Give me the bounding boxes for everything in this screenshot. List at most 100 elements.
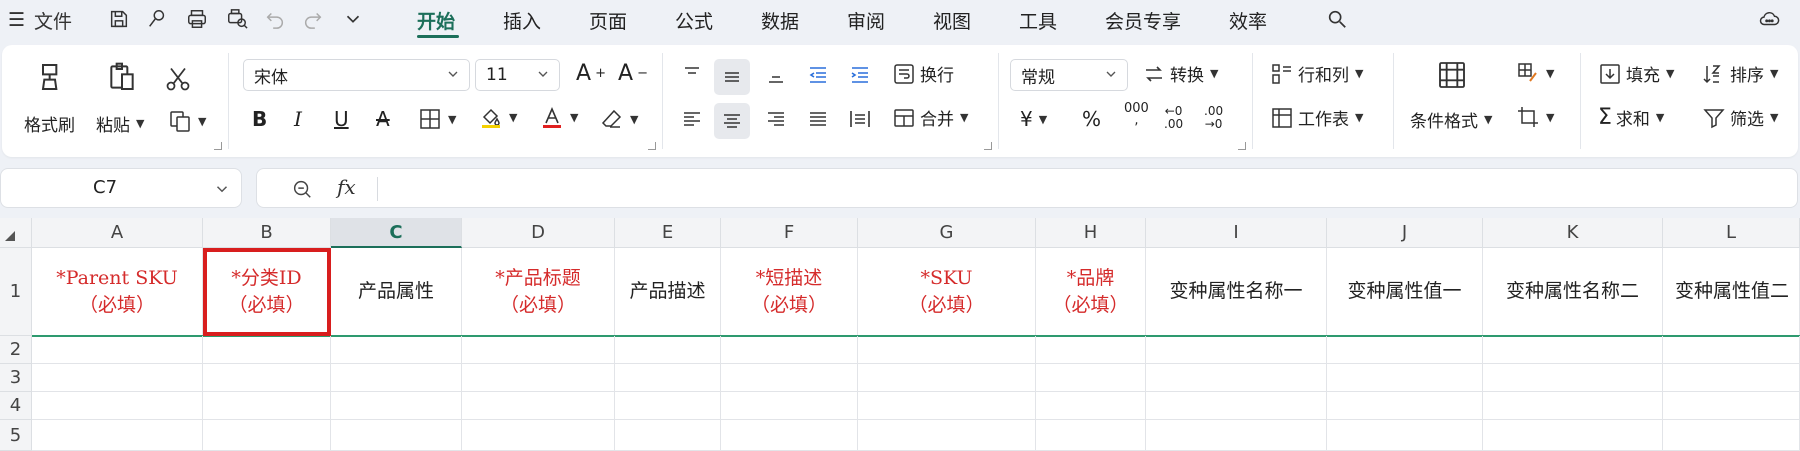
- filter-button[interactable]: 筛选 ▼: [1702, 105, 1778, 130]
- clipboard-dialog-launcher-icon[interactable]: [214, 142, 222, 150]
- column-header-g[interactable]: G: [858, 218, 1036, 248]
- cell-k5[interactable]: [1483, 420, 1663, 451]
- column-header-h[interactable]: H: [1036, 218, 1146, 248]
- cell-f5[interactable]: [721, 420, 858, 451]
- cell-j2[interactable]: [1327, 336, 1483, 364]
- cell-j4[interactable]: [1327, 392, 1483, 420]
- formula-bar[interactable]: fx: [256, 168, 1798, 208]
- wrap-text-button[interactable]: 换行: [892, 61, 954, 86]
- percent-icon[interactable]: %: [1082, 107, 1101, 131]
- cell-j1[interactable]: 变种属性值一: [1327, 248, 1483, 336]
- cell-a5[interactable]: [32, 420, 203, 451]
- format-painter-icon[interactable]: [35, 61, 67, 93]
- cell-a2[interactable]: [32, 336, 203, 364]
- cell-g3[interactable]: [858, 364, 1036, 392]
- thousands-separator-icon[interactable]: 000,: [1124, 102, 1149, 127]
- column-header-f[interactable]: F: [721, 218, 858, 248]
- tab-data[interactable]: 数据: [761, 7, 799, 34]
- decrease-indent-icon[interactable]: [806, 63, 830, 87]
- tab-insert[interactable]: 插入: [503, 7, 541, 34]
- cell-d5[interactable]: [462, 420, 615, 451]
- cell-i5[interactable]: [1146, 420, 1327, 451]
- number-dialog-launcher-icon[interactable]: [1238, 142, 1246, 150]
- tab-member[interactable]: 会员专享: [1105, 7, 1181, 34]
- paste-button[interactable]: 粘贴 ▼: [96, 111, 144, 136]
- column-header-j[interactable]: J: [1327, 218, 1483, 248]
- align-center-icon[interactable]: [714, 103, 750, 139]
- cell-a1[interactable]: *Parent SKU （必填）: [32, 248, 203, 336]
- tab-formula[interactable]: 公式: [675, 7, 713, 34]
- format-brush-icon[interactable]: [144, 6, 170, 32]
- cell-k3[interactable]: [1483, 364, 1663, 392]
- column-header-l[interactable]: L: [1663, 218, 1800, 248]
- cell-c1[interactable]: 产品属性: [331, 248, 462, 336]
- borders-button[interactable]: ▼: [418, 107, 456, 131]
- font-dialog-launcher-icon[interactable]: [648, 142, 656, 150]
- cell-c4[interactable]: [331, 392, 462, 420]
- row-header-5[interactable]: 5: [0, 420, 32, 451]
- font-color-button[interactable]: ▼: [540, 105, 578, 129]
- conditional-format-button[interactable]: 条件格式 ▼: [1410, 107, 1492, 132]
- file-menu[interactable]: 文件: [34, 7, 72, 34]
- merge-cells-button[interactable]: 合并 ▼: [892, 105, 968, 130]
- distributed-align-icon[interactable]: [848, 107, 872, 131]
- decrease-font-size-icon[interactable]: A −: [618, 61, 648, 86]
- font-name-dropdown[interactable]: 宋体: [243, 59, 470, 91]
- hamburger-menu-icon[interactable]: ☰: [8, 9, 25, 31]
- fill-button[interactable]: 填充 ▼: [1598, 61, 1674, 86]
- align-top-icon[interactable]: [680, 63, 704, 87]
- rows-columns-button[interactable]: 行和列 ▼: [1270, 61, 1363, 86]
- cut-icon[interactable]: [164, 65, 192, 93]
- tab-page[interactable]: 页面: [589, 7, 627, 34]
- cell-l4[interactable]: [1663, 392, 1800, 420]
- sort-button[interactable]: 排序 ▼: [1702, 61, 1778, 86]
- underline-icon[interactable]: U: [334, 107, 349, 131]
- currency-format-button[interactable]: ¥ ▼: [1020, 107, 1047, 131]
- align-bottom-icon[interactable]: [764, 63, 788, 87]
- increase-indent-icon[interactable]: [848, 63, 872, 87]
- column-header-a[interactable]: A: [32, 218, 203, 248]
- alignment-dialog-launcher-icon[interactable]: [984, 142, 992, 150]
- cell-c5[interactable]: [331, 420, 462, 451]
- conditional-format-icon[interactable]: [1436, 59, 1468, 91]
- cell-a4[interactable]: [32, 392, 203, 420]
- row-header-3[interactable]: 3: [0, 364, 32, 392]
- justify-icon[interactable]: [806, 107, 830, 131]
- column-header-b[interactable]: B: [203, 218, 331, 248]
- zoom-formula-icon[interactable]: [291, 178, 313, 200]
- align-middle-icon[interactable]: [714, 59, 750, 95]
- name-box[interactable]: C7: [0, 168, 242, 208]
- cell-g5[interactable]: [858, 420, 1036, 451]
- column-header-i[interactable]: I: [1146, 218, 1327, 248]
- chevron-down-icon[interactable]: [213, 180, 231, 198]
- redo-icon[interactable]: [300, 6, 326, 32]
- convert-button[interactable]: 转换 ▼: [1142, 61, 1218, 86]
- bold-icon[interactable]: B: [252, 107, 267, 131]
- font-size-dropdown[interactable]: 11: [475, 59, 560, 91]
- cell-i1[interactable]: 变种属性名称一: [1146, 248, 1327, 336]
- format-painter-label[interactable]: 格式刷: [24, 111, 75, 136]
- cell-a3[interactable]: [32, 364, 203, 392]
- print-icon[interactable]: [184, 6, 210, 32]
- row-header-2[interactable]: 2: [0, 336, 32, 364]
- cell-h5[interactable]: [1036, 420, 1146, 451]
- clear-format-button[interactable]: ▼: [600, 107, 638, 131]
- cell-j5[interactable]: [1327, 420, 1483, 451]
- italic-icon[interactable]: I: [294, 107, 302, 131]
- tab-tools[interactable]: 工具: [1019, 7, 1057, 34]
- fill-color-button[interactable]: ▼: [479, 105, 517, 129]
- column-header-e[interactable]: E: [615, 218, 721, 248]
- increase-font-size-icon[interactable]: A +: [576, 61, 606, 86]
- cell-i3[interactable]: [1146, 364, 1327, 392]
- tab-view[interactable]: 视图: [933, 7, 971, 34]
- print-preview-icon[interactable]: [224, 6, 250, 32]
- row-header-4[interactable]: 4: [0, 392, 32, 420]
- cell-k1[interactable]: 变种属性名称二: [1483, 248, 1663, 336]
- cell-f3[interactable]: [721, 364, 858, 392]
- cell-l1[interactable]: 变种属性值二: [1663, 248, 1800, 336]
- align-left-icon[interactable]: [680, 107, 704, 131]
- worksheet-button[interactable]: 工作表 ▼: [1270, 105, 1363, 130]
- tab-efficiency[interactable]: 效率: [1229, 7, 1267, 34]
- cell-g2[interactable]: [858, 336, 1036, 364]
- save-icon[interactable]: [106, 6, 132, 32]
